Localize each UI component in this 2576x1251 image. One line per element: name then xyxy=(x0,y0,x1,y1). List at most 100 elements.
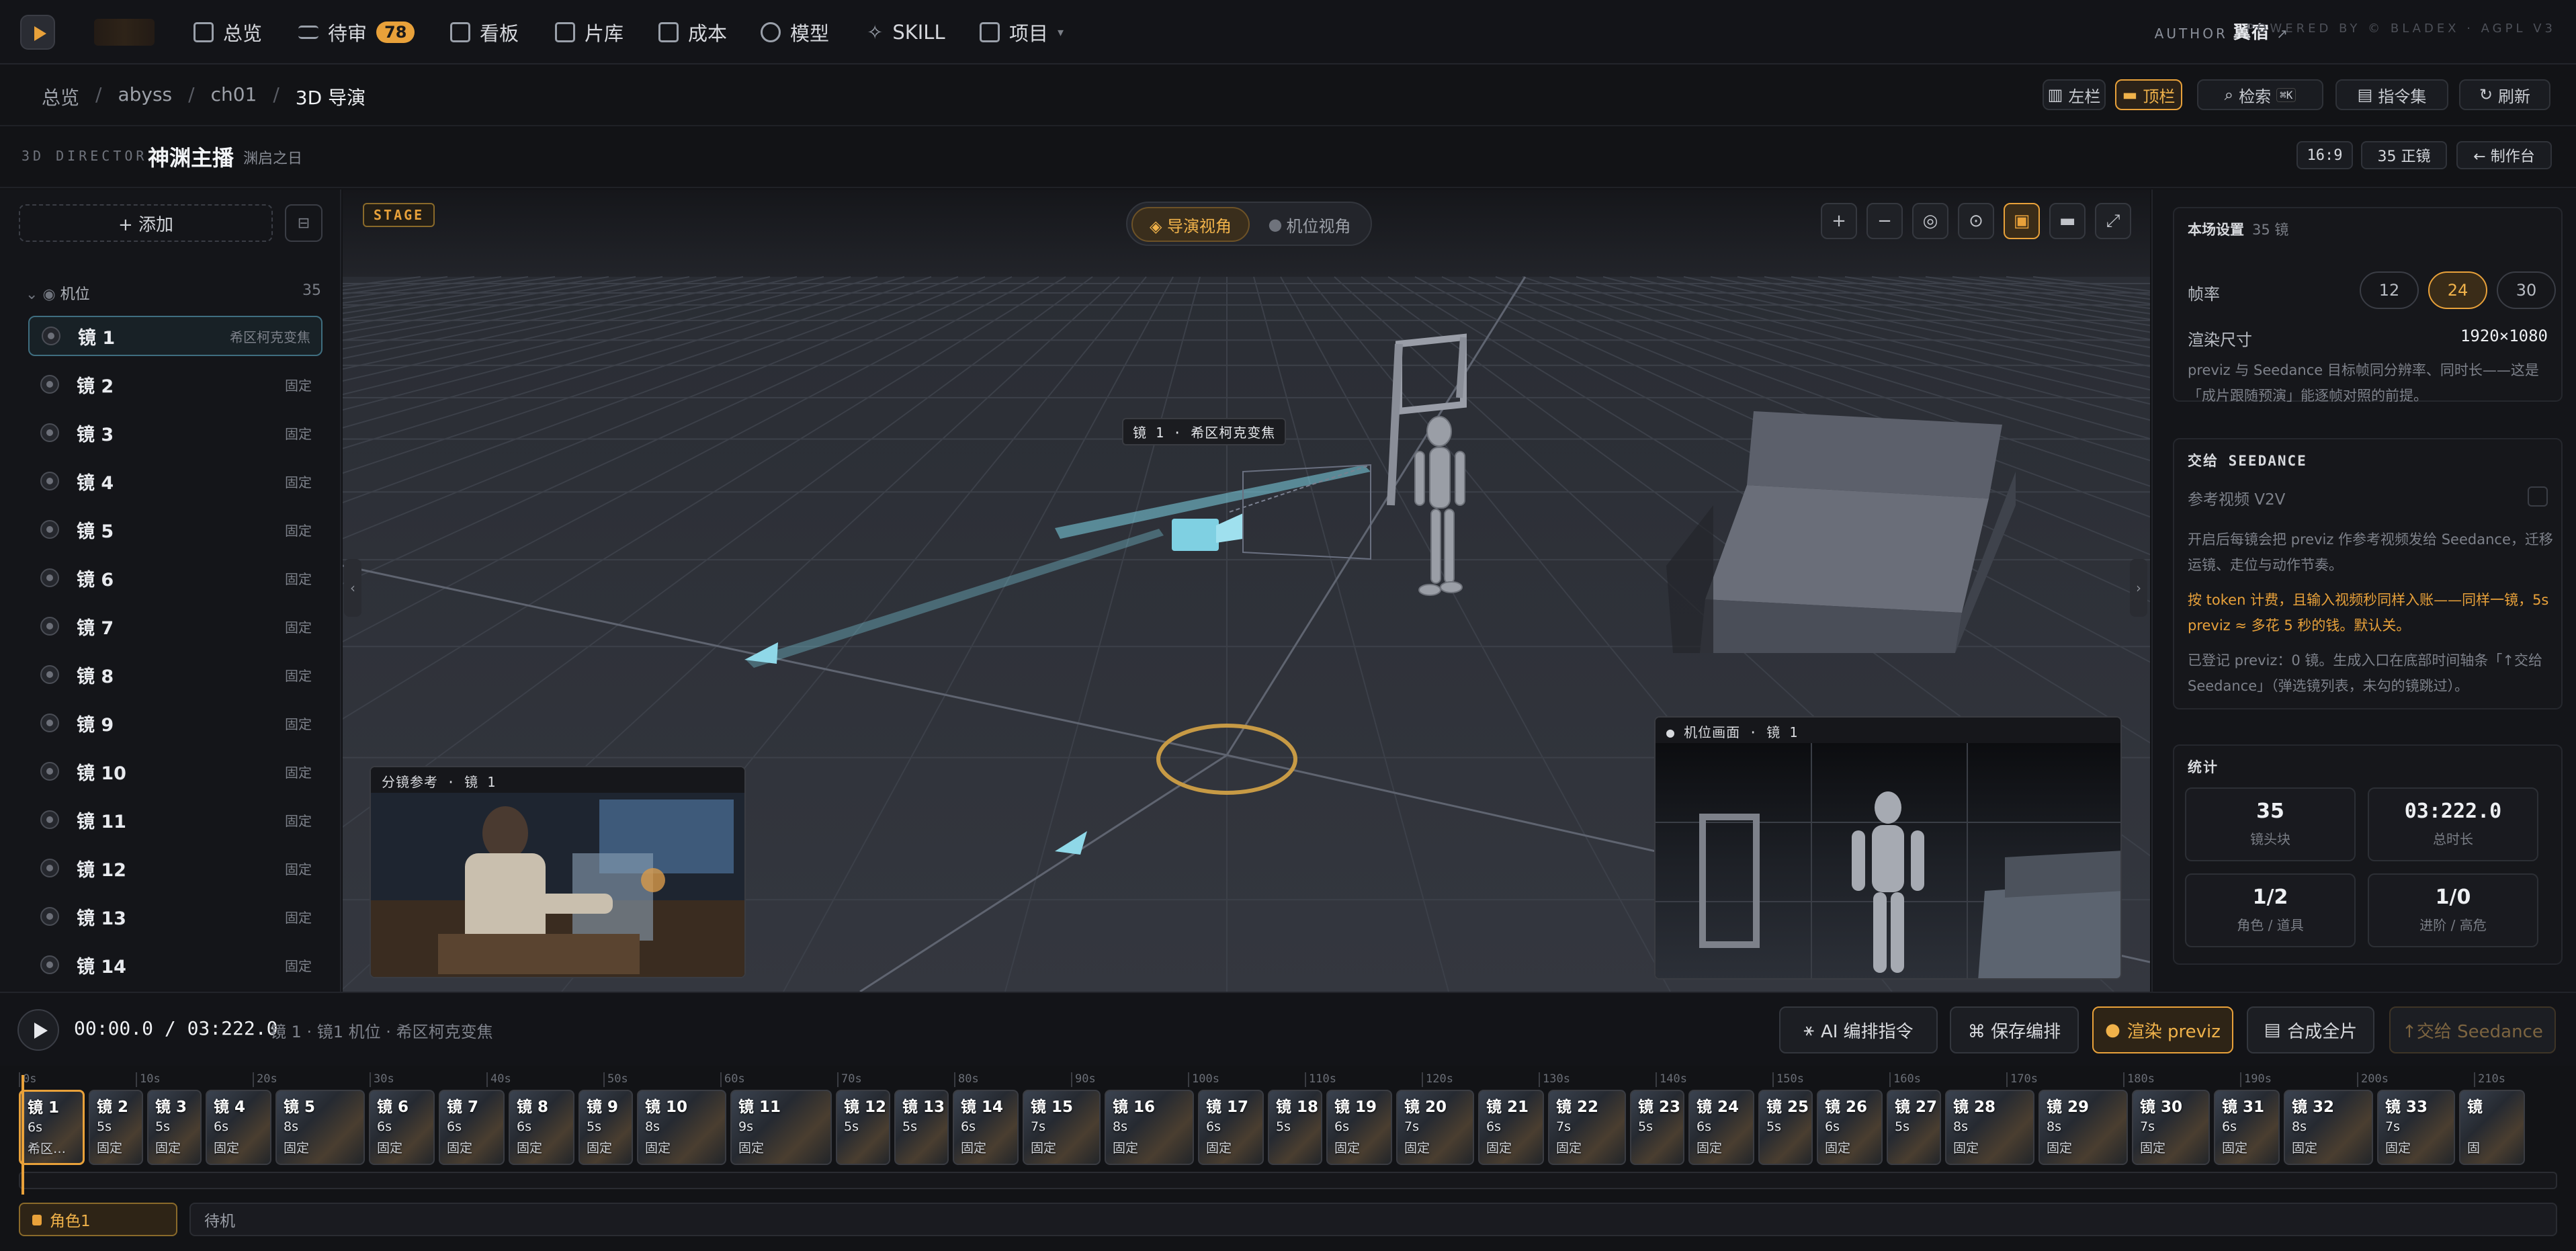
shot-list-item[interactable]: 镜 4 固定 xyxy=(28,461,323,501)
ai-arrange-button[interactable]: ⚹ AI 编排指令 xyxy=(1779,1006,1938,1053)
v2v-note: 开启后每镜会把 previz 作参考视频发给 Seedance，迁移运镜、走位与… xyxy=(2188,531,2553,573)
playhead[interactable] xyxy=(22,1075,24,1195)
timeline-clip[interactable]: 镜 13 5s xyxy=(894,1090,949,1165)
camera-preview-panel[interactable]: ● 机位画面 · 镜 1 xyxy=(1654,716,2122,980)
shot-list-item[interactable]: 镜 12 固定 xyxy=(28,848,323,888)
shot-list-item[interactable]: 镜 14 固定 xyxy=(28,945,323,985)
timeline-clip[interactable]: 镜 22 7s 固定 xyxy=(1548,1090,1626,1165)
add-shot-button[interactable]: + 添加 xyxy=(19,204,273,242)
timeline-clip[interactable]: 镜 14 6s 固定 xyxy=(953,1090,1019,1165)
timeline-clip[interactable]: 镜 31 6s 固定 xyxy=(2214,1090,2280,1165)
refresh-button[interactable]: ↻ 刷新 xyxy=(2459,79,2550,110)
previz-track[interactable] xyxy=(19,1172,2557,1189)
nav-item-overview[interactable]: 总览 xyxy=(194,0,262,64)
3d-viewport[interactable]: STAGE ◈ 导演视角 ● 机位视角 + − ◎ ⊙ ▣ ▬ ⤢ ‹ › 镜 1… xyxy=(343,189,2150,992)
shot-list-item[interactable]: 镜 6 固定 xyxy=(28,558,323,598)
timeline-clip[interactable]: 镜 11 9s 固定 xyxy=(730,1090,832,1165)
timeline-clip[interactable]: 镜 2 5s 固定 xyxy=(89,1090,143,1165)
timeline-clip[interactable]: 镜 19 6s 固定 xyxy=(1326,1090,1392,1165)
timeline-clip[interactable]: 镜 32 8s 固定 xyxy=(2284,1090,2373,1165)
timeline-clip[interactable]: 镜 16 8s 固定 xyxy=(1105,1090,1194,1165)
role-idle-segment[interactable]: 待机 xyxy=(189,1203,2557,1236)
timeline-clip[interactable]: 镜 1 6s 希区… xyxy=(19,1090,85,1165)
fps-option-12[interactable]: 12 xyxy=(2360,271,2419,309)
timeline-clip[interactable]: 镜 28 8s 固定 xyxy=(1945,1090,2034,1165)
shot-list-item[interactable]: 镜 10 固定 xyxy=(28,751,323,791)
commands-button[interactable]: ▤ 指令集 xyxy=(2335,79,2448,110)
aspect-ratio-badge[interactable]: 16:9 xyxy=(2296,141,2353,169)
top-panel-toggle[interactable]: ▬ 顶栏 xyxy=(2115,79,2182,110)
shot-list-item[interactable]: 镜 2 固定 xyxy=(28,364,323,404)
letterbox-button[interactable]: ▬ xyxy=(2049,203,2086,239)
play-button[interactable] xyxy=(17,1009,59,1051)
timeline-clip[interactable]: 镜 18 5s xyxy=(1268,1090,1322,1165)
render-previz-button[interactable]: ● 渲染 previz xyxy=(2092,1006,2233,1053)
search-button[interactable]: ⌕ 检索 ⌘K xyxy=(2197,79,2323,110)
role-track-label[interactable]: 角色1 xyxy=(19,1203,177,1236)
timeline-clip[interactable]: 镜 4 6s 固定 xyxy=(206,1090,271,1165)
shot-list-item[interactable]: 镜 5 固定 xyxy=(28,509,323,550)
timeline-clip[interactable]: 镜 23 5s xyxy=(1630,1090,1684,1165)
camera-view-tab[interactable]: ● 机位视角 xyxy=(1252,207,1367,242)
timeline-clip[interactable]: 镜 33 7s 固定 xyxy=(2377,1090,2455,1165)
shot-list-item[interactable]: 镜 7 固定 xyxy=(28,606,323,646)
frame-overlay-button[interactable]: ▣ xyxy=(2004,203,2040,239)
nav-item-model[interactable]: 模型 xyxy=(761,0,829,64)
timeline-clip[interactable]: 镜 29 8s 固定 xyxy=(2038,1090,2128,1165)
collapse-right-handle[interactable]: › xyxy=(2130,559,2147,617)
timeline-clip[interactable]: 镜 8 6s 固定 xyxy=(509,1090,574,1165)
timeline-clip[interactable]: 镜固 xyxy=(2459,1090,2525,1165)
shot-list-item[interactable]: 镜 1 希区柯克变焦 xyxy=(28,316,323,356)
timeline-clip[interactable]: 镜 20 7s 固定 xyxy=(1396,1090,1474,1165)
timeline-clip[interactable]: 镜 10 8s 固定 xyxy=(637,1090,726,1165)
zoom-out-button[interactable]: − xyxy=(1866,203,1903,239)
shot-list-item[interactable]: 镜 13 固定 xyxy=(28,896,323,937)
timeline-clip[interactable]: 镜 26 6s 固定 xyxy=(1817,1090,1883,1165)
timeline-clip[interactable]: 镜 3 5s 固定 xyxy=(147,1090,202,1165)
director-view-tab[interactable]: ◈ 导演视角 xyxy=(1131,207,1250,242)
timeline-clip[interactable]: 镜 17 6s 固定 xyxy=(1198,1090,1264,1165)
timeline-clip[interactable]: 镜 30 7s 固定 xyxy=(2132,1090,2210,1165)
nav-item-review[interactable]: 待审 78 xyxy=(298,0,415,64)
timeline-clip[interactable]: 镜 7 6s 固定 xyxy=(439,1090,505,1165)
nav-item-project[interactable]: 项目 ▾ xyxy=(980,0,1064,64)
timeline-clip[interactable]: 镜 12 5s xyxy=(836,1090,890,1165)
timeline-clip[interactable]: 镜 5 8s 固定 xyxy=(275,1090,365,1165)
nav-item-skill[interactable]: ✧ SKILL xyxy=(867,0,945,64)
send-to-seedance-button[interactable]: ↑交给 Seedance xyxy=(2389,1006,2556,1053)
shot-list-item[interactable]: 镜 8 固定 xyxy=(28,654,323,695)
play-logo-icon[interactable] xyxy=(20,15,55,50)
timeline-clip[interactable]: 镜 9 5s 固定 xyxy=(578,1090,633,1165)
fullscreen-button[interactable]: ⤢ xyxy=(2095,203,2131,239)
collapse-left-handle[interactable]: ‹ xyxy=(344,559,361,617)
timeline-clip[interactable]: 镜 27 5s xyxy=(1887,1090,1941,1165)
nav-item-board[interactable]: 看板 xyxy=(450,0,519,64)
v2v-checkbox[interactable] xyxy=(2528,486,2548,507)
center-view-button[interactable]: ⊙ xyxy=(1958,203,1994,239)
collapse-list-button[interactable]: ⊟ xyxy=(285,204,323,242)
timeline-clip[interactable]: 镜 15 7s 固定 xyxy=(1023,1090,1101,1165)
timeline-clip[interactable]: 镜 24 6s 固定 xyxy=(1688,1090,1754,1165)
storyboard-reference-panel[interactable]: 分镜参考 · 镜 1 xyxy=(370,766,746,978)
shot-list-item[interactable]: 镜 3 固定 xyxy=(28,413,323,453)
breadcrumb-item[interactable]: abyss xyxy=(118,83,172,110)
fps-option-24[interactable]: 24 xyxy=(2428,271,2487,309)
back-to-workbench-button[interactable]: ← 制作台 xyxy=(2456,141,2552,169)
left-panel-toggle[interactable]: ▥ 左栏 xyxy=(2043,79,2106,110)
timeline-clip[interactable]: 镜 21 6s 固定 xyxy=(1478,1090,1544,1165)
camera-group-header[interactable]: ⌄ ◉ 机位 35 xyxy=(26,282,321,304)
compose-film-button[interactable]: ▤ 合成全片 xyxy=(2247,1006,2374,1053)
fps-option-30[interactable]: 30 xyxy=(2497,271,2556,309)
focus-target-button[interactable]: ◎ xyxy=(1912,203,1948,239)
timeline-clip[interactable]: 镜 25 5s xyxy=(1758,1090,1813,1165)
nav-item-cost[interactable]: 成本 xyxy=(658,0,727,64)
breadcrumb-item[interactable]: ch01 xyxy=(211,83,257,110)
zoom-in-button[interactable]: + xyxy=(1821,203,1857,239)
timeline-clip[interactable]: 镜 6 6s 固定 xyxy=(369,1090,435,1165)
shot-list-item[interactable]: 镜 11 固定 xyxy=(28,800,323,840)
nav-item-library[interactable]: 片库 xyxy=(555,0,624,64)
shot-count-badge[interactable]: 35 正镜 xyxy=(2361,141,2447,169)
breadcrumb-item[interactable]: 总览 xyxy=(42,83,79,110)
shot-list-item[interactable]: 镜 9 固定 xyxy=(28,703,323,743)
save-arrangement-button[interactable]: ⌘ 保存编排 xyxy=(1950,1006,2079,1053)
